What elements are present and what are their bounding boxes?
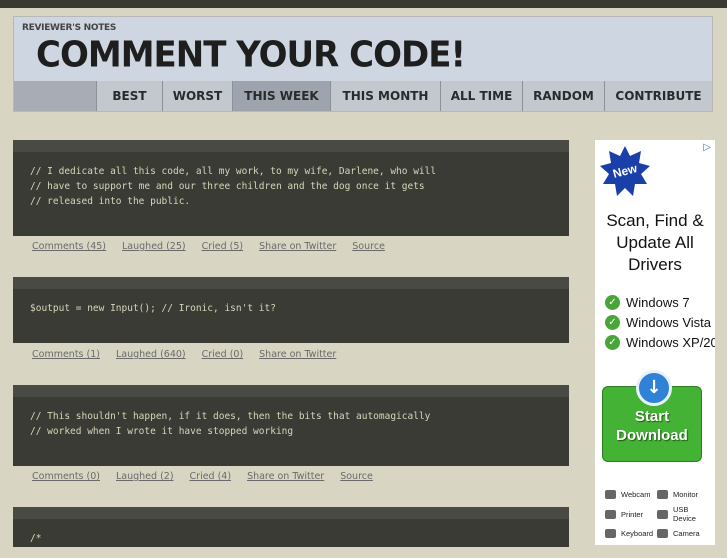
cried-link[interactable]: Cried (4)	[190, 471, 232, 482]
os-list: ✓ Windows 7 ✓ Windows Vista ✓ Windows XP/20	[605, 292, 715, 352]
banner: REVIEWER'S NOTES COMMENT YOUR CODE!	[14, 17, 712, 81]
nav-this-week[interactable]: THIS WEEK	[232, 81, 330, 111]
device-item: Webcam	[605, 486, 657, 504]
code-snippet: $output = new Input(); // Ironic, isn't …	[13, 277, 569, 343]
device-label: Printer	[621, 509, 644, 519]
top-bar	[0, 0, 727, 8]
share-twitter-link[interactable]: Share on Twitter	[247, 471, 324, 482]
usb-icon	[657, 509, 668, 519]
code-snippet: // I dedicate all this code, all my work…	[13, 140, 569, 236]
site-title[interactable]: COMMENT YOUR CODE!	[36, 34, 466, 76]
snippet-actions: Comments (1) Laughed (640) Cried (0) Share …	[32, 349, 352, 360]
device-item: Monitor	[657, 486, 709, 504]
source-link[interactable]: Source	[352, 241, 385, 252]
share-twitter-link[interactable]: Share on Twitter	[259, 241, 336, 252]
nav-worst[interactable]: WORST	[162, 81, 232, 111]
os-label: Windows 7	[626, 294, 690, 310]
cried-link[interactable]: Cried (0)	[202, 349, 244, 360]
cried-link[interactable]: Cried (5)	[202, 241, 244, 252]
download-arrow-icon: ↓	[636, 370, 672, 406]
os-label: Windows XP/20	[626, 334, 715, 350]
adchoices-icon[interactable]: ▷	[703, 142, 711, 153]
snippet-code: // This shouldn't happen, if it does, th…	[30, 411, 431, 437]
snippet-code: // I dedicate all this code, all my work…	[30, 166, 437, 207]
source-link[interactable]: Source	[340, 471, 373, 482]
device-label: Keyboard	[621, 529, 654, 538]
nav-best[interactable]: BEST	[96, 81, 162, 111]
os-item: ✓ Windows XP/20	[605, 332, 715, 352]
snippet-code: /*	[30, 533, 42, 544]
device-item: Printer	[605, 505, 657, 523]
nav-random[interactable]: RANDOM	[522, 81, 604, 111]
code-snippet: // This shouldn't happen, if it does, th…	[13, 385, 569, 466]
snippet-strip	[13, 507, 569, 519]
snippet-actions: Comments (45) Laughed (25) Cried (5) Share …	[32, 241, 401, 252]
os-item: ✓ Windows 7	[605, 292, 715, 312]
os-item: ✓ Windows Vista	[605, 312, 715, 332]
snippet-code: $output = new Input(); // Ironic, isn't …	[30, 303, 276, 314]
nav-all-time[interactable]: ALL TIME	[440, 81, 522, 111]
check-icon: ✓	[605, 294, 620, 310]
comments-link[interactable]: Comments (0)	[32, 471, 100, 482]
device-item: Keyboard	[605, 525, 657, 543]
device-item: USB Device	[657, 505, 709, 523]
printer-icon	[605, 509, 616, 519]
device-list: Webcam Monitor Printer USB Device Keyboard…	[605, 484, 715, 543]
check-icon: ✓	[605, 314, 620, 330]
device-label: Webcam	[621, 490, 651, 499]
snippet-actions: Comments (0) Laughed (2) Cried (4) Share on…	[32, 471, 389, 482]
webcam-icon	[605, 490, 616, 499]
site-kicker: REVIEWER'S NOTES	[22, 23, 117, 33]
nav-contribute[interactable]: CONTRIBUTE	[604, 81, 712, 111]
keyboard-icon	[605, 529, 616, 538]
device-label: Camera	[673, 529, 700, 538]
laughed-link[interactable]: Laughed (640)	[116, 349, 186, 360]
share-twitter-link[interactable]: Share on Twitter	[259, 349, 336, 360]
device-label: Monitor	[673, 490, 699, 499]
ad-title: Scan, Find & Update All Drivers	[606, 211, 704, 274]
os-label: Windows Vista	[626, 314, 712, 330]
snippet-strip	[13, 385, 569, 397]
monitor-icon	[657, 490, 668, 499]
check-icon: ✓	[605, 334, 620, 350]
code-snippet: /*	[13, 507, 569, 547]
site-header: REVIEWER'S NOTES COMMENT YOUR CODE! BEST…	[13, 16, 713, 112]
main-nav: BEST WORST THIS WEEK THIS MONTH ALL TIME…	[14, 81, 712, 111]
download-button-label: Start Download	[616, 408, 688, 444]
camera-icon	[657, 529, 668, 538]
nav-this-month[interactable]: THIS MONTH	[330, 81, 440, 111]
comments-link[interactable]: Comments (1)	[32, 349, 100, 360]
laughed-link[interactable]: Laughed (25)	[122, 241, 186, 252]
laughed-link[interactable]: Laughed (2)	[116, 471, 174, 482]
device-item: Camera	[657, 525, 709, 543]
snippet-strip	[13, 140, 569, 152]
comments-link[interactable]: Comments (45)	[32, 241, 106, 252]
new-badge-icon: New	[600, 146, 650, 196]
snippet-strip	[13, 277, 569, 289]
driver-ad[interactable]: New ▷ Scan, Find & Update All Drivers ✓ W…	[595, 140, 715, 545]
device-label: USB Device	[673, 505, 696, 523]
